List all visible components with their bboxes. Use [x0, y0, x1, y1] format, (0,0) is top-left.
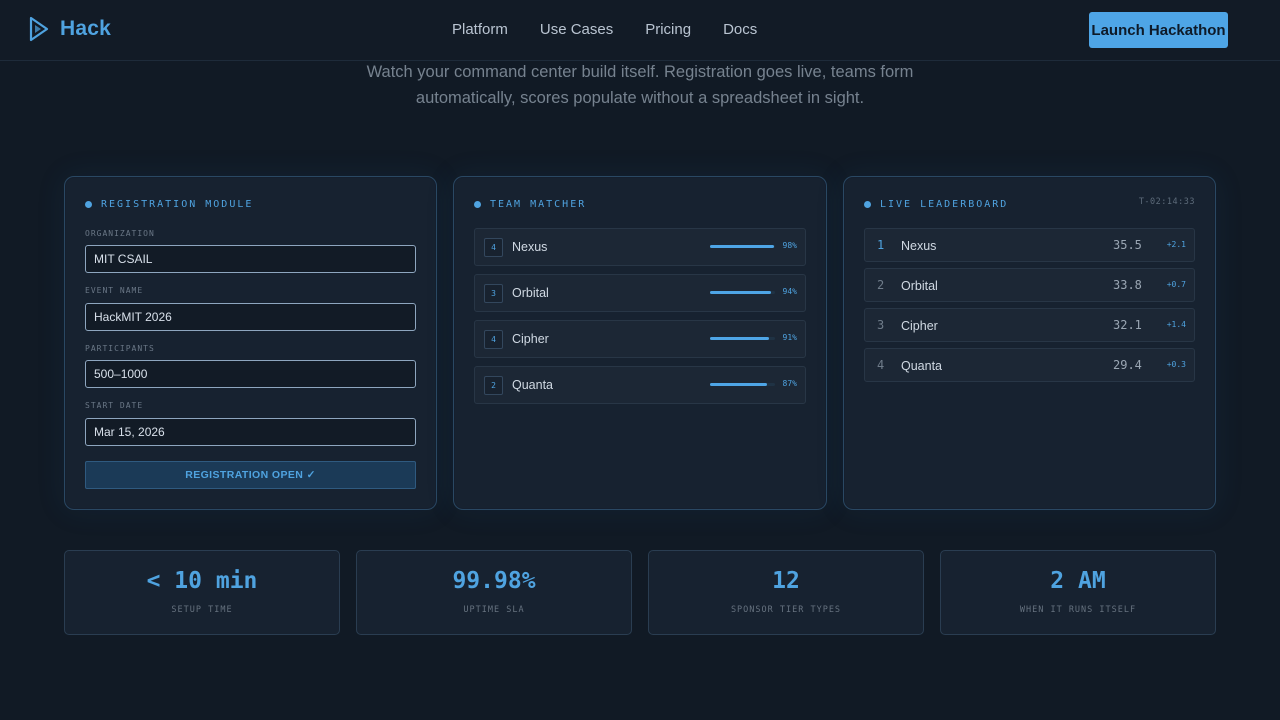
score: 32.1: [1113, 318, 1142, 332]
match-bar-fill: [710, 337, 770, 340]
brand-name: Hack: [60, 17, 112, 40]
participants-field[interactable]: [85, 360, 416, 388]
match-bar: [710, 337, 775, 340]
team-row[interactable]: 4 Nexus 98%: [474, 228, 806, 266]
team-name: Cipher: [901, 319, 938, 333]
brand-logo[interactable]: Hack: [28, 16, 111, 42]
stat-label: Uptime SLA: [463, 605, 525, 615]
stat-value: 12: [772, 568, 800, 594]
score-delta: +0.7: [1166, 280, 1186, 289]
match-percent: 94%: [782, 287, 797, 296]
panel-title: Live Leaderboard: [864, 199, 1008, 210]
team-size-badge: 2: [484, 376, 503, 395]
nav-link-pricing[interactable]: Pricing: [645, 21, 691, 38]
match-bar: [710, 383, 775, 386]
top-nav: Hack Platform Use Cases Pricing Docs Lau…: [0, 0, 1280, 61]
registration-title: Registration Module: [101, 199, 254, 210]
stat-uptime: 99.98% Uptime SLA: [356, 550, 632, 635]
leaderboard-row[interactable]: 2 Orbital 33.8 +0.7: [864, 268, 1195, 302]
leaderboard-row[interactable]: 3 Cipher 32.1 +1.4: [864, 308, 1195, 342]
match-percent: 91%: [782, 333, 797, 342]
stat-label: Sponsor Tier Types: [730, 605, 842, 615]
participants-label: Participants: [85, 344, 155, 353]
registration-panel: Registration Module Organization Event N…: [64, 176, 437, 510]
score: 33.8: [1113, 278, 1142, 292]
match-percent: 98%: [782, 241, 797, 250]
team-size-badge: 3: [484, 284, 503, 303]
panel-title: Team Matcher: [474, 199, 586, 210]
score-delta: +0.3: [1166, 360, 1186, 369]
team-name: Quanta: [901, 359, 943, 373]
stat-sponsor-tiers: 12 Sponsor Tier Types: [648, 550, 924, 635]
stat-setup-time: < 10 min Setup Time: [64, 550, 340, 635]
rank: 1: [877, 238, 885, 252]
launch-hackathon-button[interactable]: Launch Hackathon: [1089, 12, 1228, 48]
stat-value: < 10 min: [146, 568, 258, 594]
hero-subtitle: Watch your command center build itself. …: [366, 63, 914, 107]
match-bar-fill: [710, 245, 774, 248]
stat-runs-itself: 2 AM When It Runs Itself: [940, 550, 1216, 635]
team-size-badge: 4: [484, 330, 503, 349]
match-bar-fill: [710, 383, 767, 386]
score: 35.5: [1113, 238, 1142, 252]
team-matcher-panel: Team Matcher 4 Nexus 98% 3 Orbital 94% 4…: [453, 176, 827, 510]
organization-label: Organization: [85, 229, 155, 238]
team-row[interactable]: 2 Quanta 87%: [474, 366, 806, 404]
team-name: Cipher: [512, 332, 549, 346]
registration-open-button[interactable]: REGISTRATION OPEN ✓: [85, 461, 416, 489]
play-logo-icon: [28, 16, 50, 42]
team-size-badge: 4: [484, 238, 503, 257]
team-name: Nexus: [901, 239, 937, 253]
rank: 4: [877, 358, 885, 372]
leaderboard-title: Live Leaderboard: [880, 199, 1009, 210]
leaderboard-panel: Live Leaderboard T-02:14:33 1 Nexus 35.5…: [843, 176, 1216, 510]
nav-links: Platform Use Cases Pricing Docs: [452, 21, 789, 38]
countdown-timer: T-02:14:33: [1138, 197, 1195, 207]
status-dot-icon: [85, 201, 92, 208]
team-name: Orbital: [512, 286, 549, 300]
start-date-field[interactable]: [85, 418, 416, 446]
team-matcher-title: Team Matcher: [490, 199, 587, 210]
match-bar-fill: [710, 291, 772, 294]
stat-value: 99.98%: [452, 568, 536, 594]
nav-link-use-cases[interactable]: Use Cases: [540, 21, 613, 38]
team-name: Quanta: [512, 378, 554, 392]
nav-link-docs[interactable]: Docs: [723, 21, 757, 38]
stat-label: Setup Time: [171, 605, 233, 615]
score-delta: +1.4: [1166, 320, 1186, 329]
rank: 2: [877, 278, 885, 292]
stat-label: When It Runs Itself: [1019, 605, 1137, 615]
team-row[interactable]: 4 Cipher 91%: [474, 320, 806, 358]
organization-field[interactable]: [85, 245, 416, 273]
leaderboard-row[interactable]: 4 Quanta 29.4 +0.3: [864, 348, 1195, 382]
match-bar: [710, 291, 775, 294]
rank: 3: [877, 318, 885, 332]
event-name-label: Event Name: [85, 286, 144, 295]
team-row[interactable]: 3 Orbital 94%: [474, 274, 806, 312]
panel-title: Registration Module: [85, 199, 253, 210]
stat-value: 2 AM: [1050, 568, 1106, 594]
team-name: Orbital: [901, 279, 938, 293]
score-delta: +2.1: [1166, 240, 1186, 249]
match-percent: 87%: [782, 379, 797, 388]
leaderboard-row[interactable]: 1 Nexus 35.5 +2.1: [864, 228, 1195, 262]
score: 29.4: [1113, 358, 1142, 372]
nav-link-platform[interactable]: Platform: [452, 21, 508, 38]
start-date-label: Start Date: [85, 401, 144, 410]
event-name-field[interactable]: [85, 303, 416, 331]
status-dot-icon: [474, 201, 481, 208]
team-name: Nexus: [512, 240, 548, 254]
status-dot-icon: [864, 201, 871, 208]
match-bar: [710, 245, 775, 248]
